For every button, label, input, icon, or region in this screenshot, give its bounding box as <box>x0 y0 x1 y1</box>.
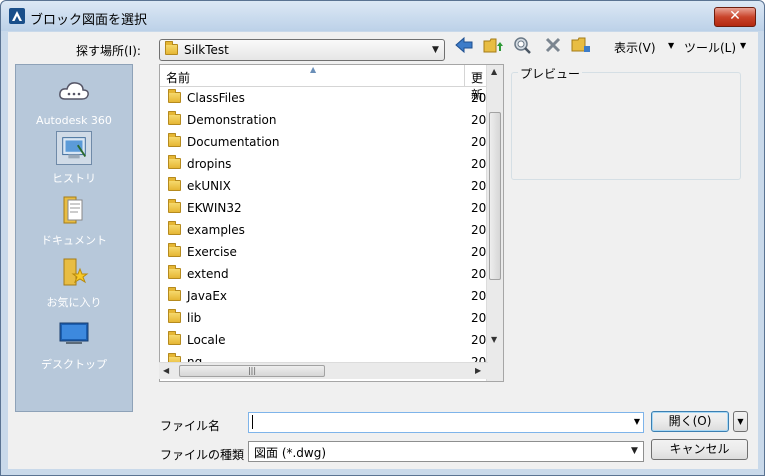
item-name: Demonstration <box>187 113 277 127</box>
tools-menu[interactable]: ツール(L) <box>684 39 736 56</box>
autocad-app-icon <box>9 8 25 24</box>
place-label: ヒストリ <box>52 172 96 185</box>
folder-icon <box>168 221 181 235</box>
scroll-down-icon[interactable]: ▼ <box>491 335 497 344</box>
place-documents[interactable]: ドキュメント <box>16 193 132 248</box>
place-favorites[interactable]: お気に入り <box>16 255 132 310</box>
search-web-icon[interactable] <box>513 36 533 54</box>
look-in-value-text: SilkTest <box>184 43 229 57</box>
item-name: ekUNIX <box>187 179 231 193</box>
place-desktop[interactable]: デスクトップ <box>16 317 132 372</box>
place-label: Autodesk 360 <box>36 114 112 127</box>
item-name: examples <box>187 223 245 237</box>
folder-icon <box>168 199 181 213</box>
folder-icon <box>168 89 181 103</box>
item-name: lib <box>187 311 202 325</box>
filetype-label: ファイルの種類 <box>160 448 245 462</box>
dialog-window: ブロック図面を選択 ✕ 探す場所(I): SilkTest ▼ 表示(V) ▼ … <box>0 0 765 476</box>
dialog-title: ブロック図面を選択 <box>30 13 148 28</box>
text-caret <box>252 415 253 429</box>
history-icon <box>56 131 92 165</box>
look-in-label: 探す場所(I): <box>76 44 141 58</box>
list-item[interactable]: lib 201 <box>160 307 503 329</box>
place-label: デスクトップ <box>41 358 107 371</box>
list-item[interactable]: dropins 201 <box>160 153 503 175</box>
item-name: EKWIN32 <box>187 201 242 215</box>
view-menu[interactable]: 表示(V) <box>614 39 656 56</box>
scroll-up-icon[interactable]: ▲ <box>491 67 497 76</box>
place-autodesk-360[interactable]: Autodesk 360 <box>16 75 132 127</box>
list-item[interactable]: extend 201 <box>160 263 503 285</box>
item-name: Exercise <box>187 245 237 259</box>
chevron-down-icon: ▼ <box>631 446 638 456</box>
item-name: ClassFiles <box>187 91 245 105</box>
folder-icon <box>168 265 181 279</box>
new-folder-icon[interactable] <box>571 36 591 54</box>
list-item[interactable]: examples 201 <box>160 219 503 241</box>
look-in-combo[interactable]: SilkTest ▼ <box>159 39 445 61</box>
place-label: お気に入り <box>46 296 102 309</box>
sort-asc-icon: ▲ <box>310 65 317 74</box>
list-item[interactable]: Locale 201 <box>160 329 503 351</box>
desktop-icon <box>59 322 89 344</box>
file-list[interactable]: 名前 ▲ 更新 ClassFiles 201 Demonstration 201 D… <box>159 64 504 382</box>
preview-box <box>511 72 741 180</box>
cancel-button[interactable]: キャンセル <box>651 439 748 460</box>
back-arrow-icon[interactable] <box>454 36 474 54</box>
folder-icon <box>168 111 181 125</box>
folder-icon <box>168 243 181 257</box>
list-item[interactable]: Exercise 201 <box>160 241 503 263</box>
list-item[interactable]: Demonstration 201 <box>160 109 503 131</box>
list-item[interactable]: ekUNIX 201 <box>160 175 503 197</box>
folder-icon <box>168 133 181 147</box>
scroll-right-icon[interactable]: ▶ <box>475 366 481 375</box>
place-history[interactable]: ヒストリ <box>16 131 132 186</box>
horizontal-scroll-thumb[interactable]: ||| <box>179 365 325 377</box>
filetype-combo[interactable]: 図面 (*.dwg) ▼ <box>248 441 644 462</box>
open-options-chevron-icon[interactable]: ▼ <box>733 411 748 432</box>
chevron-down-icon: ▼ <box>432 45 439 55</box>
filename-label: ファイル名 <box>160 419 221 433</box>
item-name: Documentation <box>187 135 280 149</box>
folder-icon <box>168 309 181 323</box>
documents-icon <box>63 196 83 224</box>
list-item[interactable]: Documentation 201 <box>160 131 503 153</box>
cloud-icon <box>59 82 89 100</box>
list-item[interactable]: ClassFiles 201 <box>160 87 503 109</box>
item-name: JavaEx <box>187 289 228 303</box>
folder-icon <box>168 155 181 169</box>
view-menu-chevron-icon[interactable]: ▼ <box>668 41 674 50</box>
tools-menu-chevron-icon[interactable]: ▼ <box>740 41 746 50</box>
item-name: dropins <box>187 157 232 171</box>
up-folder-icon[interactable] <box>483 36 503 54</box>
horizontal-scrollbar[interactable]: ◀ ||| ▶ <box>159 362 488 379</box>
title-bar[interactable]: ブロック図面を選択 ✕ <box>1 1 764 31</box>
close-button[interactable]: ✕ <box>714 7 756 27</box>
open-button[interactable]: 開く(O) <box>651 411 729 432</box>
favorites-icon <box>63 258 89 286</box>
column-header-name-text: 名前 <box>166 71 191 85</box>
column-header-date[interactable]: 更新 <box>465 65 488 102</box>
places-bar: Autodesk 360 ヒストリ ドキュメント お気に入り デスクトップ <box>15 64 133 412</box>
look-in-value: SilkTest <box>165 41 229 57</box>
folder-icon <box>168 331 181 345</box>
list-item[interactable]: EKWIN32 201 <box>160 197 503 219</box>
item-name: extend <box>187 267 229 281</box>
vertical-scrollbar[interactable]: ▲ ▼ <box>486 65 503 381</box>
filename-input[interactable]: ▼ <box>248 412 644 433</box>
scroll-left-icon[interactable]: ◀ <box>163 366 169 375</box>
folder-icon <box>168 177 181 191</box>
preview-label: プレビュー <box>518 65 583 82</box>
item-name: Locale <box>187 333 226 347</box>
folder-icon <box>165 41 178 55</box>
filetype-value: 図面 (*.dwg) <box>254 446 327 460</box>
chevron-down-icon[interactable]: ▼ <box>634 417 640 426</box>
folder-icon <box>168 287 181 301</box>
dialog-body: 探す場所(I): SilkTest ▼ 表示(V) ▼ ツール(L) ▼ Aut… <box>8 32 758 469</box>
list-item[interactable]: JavaEx 201 <box>160 285 503 307</box>
vertical-scroll-thumb[interactable] <box>489 112 501 280</box>
delete-x-icon[interactable] <box>543 36 563 54</box>
place-label: ドキュメント <box>41 234 107 247</box>
